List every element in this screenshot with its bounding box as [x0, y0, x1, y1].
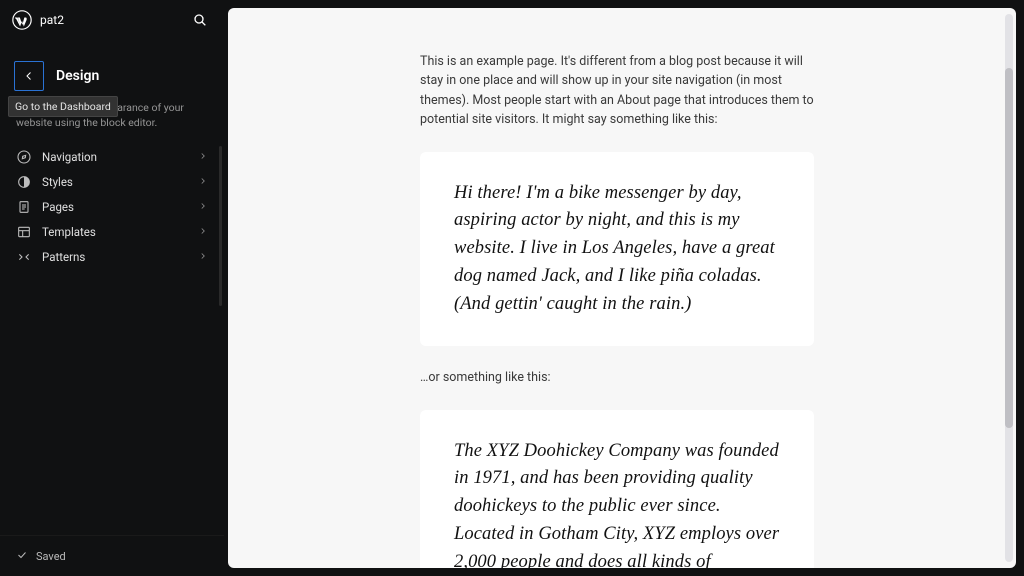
editor-sidebar: pat2 Design Go to the Dashboard xxxxxxxx… — [0, 0, 224, 576]
chevron-right-icon — [198, 150, 208, 164]
nav-item-label: Styles — [42, 175, 188, 189]
intro-paragraph[interactable]: This is an example page. It's different … — [420, 52, 814, 130]
chevron-right-icon — [198, 225, 208, 239]
wordpress-logo-icon[interactable] — [12, 10, 32, 30]
nav-item-label: Templates — [42, 225, 188, 239]
canvas-scrollbar-thumb[interactable] — [1005, 68, 1013, 428]
nav-item-styles[interactable]: Styles — [6, 169, 218, 194]
site-name[interactable]: pat2 — [40, 13, 64, 27]
site-topbar: pat2 — [0, 0, 224, 40]
save-status-text: Saved — [36, 550, 66, 563]
nav-item-label: Pages — [42, 200, 188, 214]
chevron-right-icon — [198, 200, 208, 214]
command-search-button[interactable] — [188, 8, 212, 32]
nav-item-label: Patterns — [42, 250, 188, 264]
editor-canvas: This is an example page. It's different … — [224, 0, 1024, 576]
back-to-dashboard-button[interactable] — [14, 61, 44, 91]
quote-block-1[interactable]: Hi there! I'm a bike messenger by day, a… — [420, 152, 814, 347]
nav-item-pages[interactable]: Pages — [6, 194, 218, 219]
chevron-right-icon — [198, 175, 208, 189]
design-header: Design — [0, 56, 224, 96]
nav-item-label: Navigation — [42, 150, 188, 164]
layout-icon — [16, 224, 32, 240]
page-icon — [16, 199, 32, 215]
chevron-right-icon — [198, 250, 208, 264]
back-button-tooltip: Go to the Dashboard — [8, 96, 118, 117]
section-title: Design — [56, 68, 99, 84]
page-content-scroll[interactable]: This is an example page. It's different … — [228, 8, 1016, 568]
patterns-icon — [16, 249, 32, 265]
quote-block-2[interactable]: The XYZ Doohickey Company was founded in… — [420, 410, 814, 568]
check-icon — [16, 549, 28, 564]
design-nav-list: Navigation Styles Pages Templates Patter… — [0, 144, 224, 269]
bridge-paragraph[interactable]: …or something like this: — [420, 368, 814, 387]
half-circle-icon — [16, 174, 32, 190]
page-content-column: This is an example page. It's different … — [420, 52, 814, 568]
page-preview-frame[interactable]: This is an example page. It's different … — [228, 8, 1016, 568]
sidebar-scroll-indicator — [219, 146, 222, 306]
compass-icon — [16, 149, 32, 165]
nav-item-templates[interactable]: Templates — [6, 219, 218, 244]
nav-item-navigation[interactable]: Navigation — [6, 144, 218, 169]
save-status-bar: Saved — [0, 535, 224, 576]
nav-item-patterns[interactable]: Patterns — [6, 244, 218, 269]
